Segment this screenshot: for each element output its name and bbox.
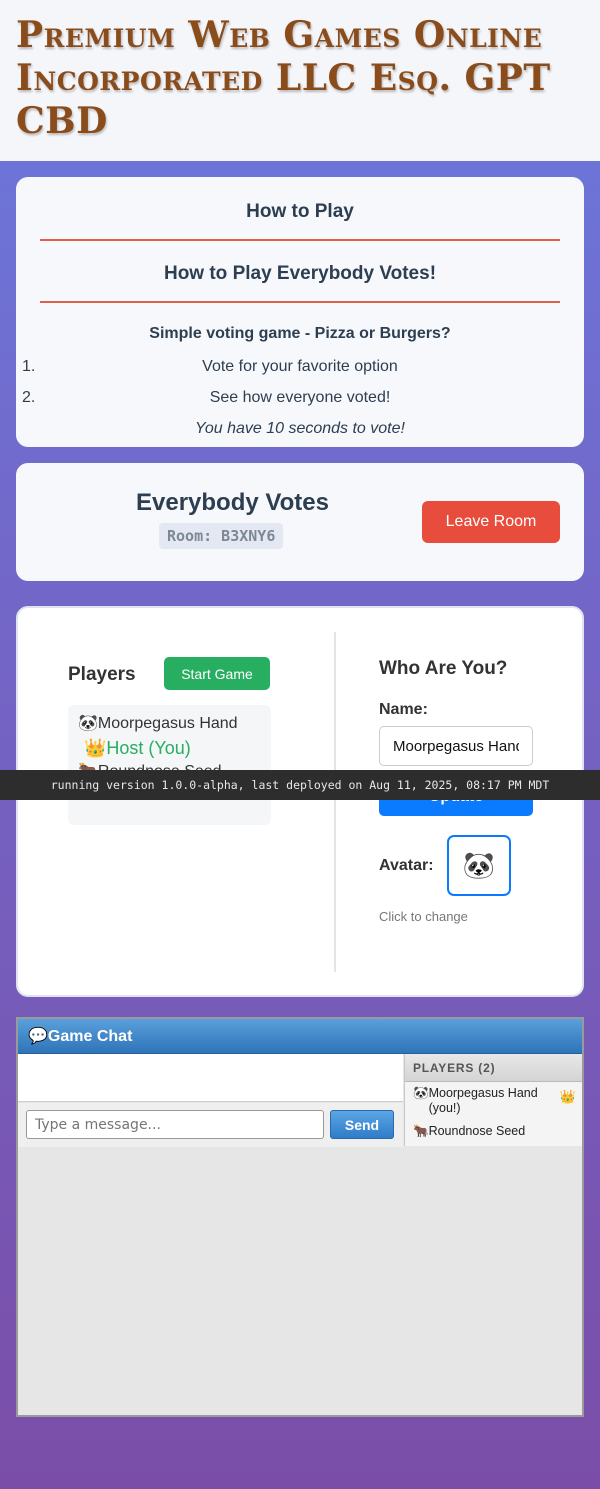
host-label: Host (You) [106, 738, 191, 758]
rule-text: Vote for your favorite option [202, 358, 398, 375]
players-heading: Players [68, 664, 136, 685]
player-row: 🐼Moorpegasus Hand [78, 713, 261, 735]
players-list: 🐼Moorpegasus Hand 👑Host (You) 🐂Roundnose… [68, 705, 271, 825]
rules-list: 1. Vote for your favorite option 2. See ho… [22, 351, 560, 413]
avatar-label: Avatar: [379, 857, 434, 874]
time-limit-note: You have 10 seconds to vote! [195, 420, 405, 437]
chat-player-name: Roundnose Seed [428, 1124, 526, 1138]
player-name: Moorpegasus Hand [97, 715, 238, 732]
how-to-play-card: How to Play How to Play Everybody Votes!… [16, 177, 584, 447]
rule-item: 1. Vote for your favorite option [22, 351, 560, 382]
speech-bubble-icon: 💬 [28, 1028, 48, 1045]
crown-icon: 👑 [84, 738, 107, 758]
rule-number: 1. [22, 358, 36, 375]
chat-players-header: PLAYERS (2) [405, 1054, 582, 1082]
chat-player-name: Moorpegasus Hand (you!) [428, 1086, 538, 1115]
leave-room-button[interactable]: Leave Room [422, 501, 560, 543]
game-title: Everybody Votes [136, 489, 329, 516]
lobby-card: Players Start Game 🐼Moorpegasus Hand 👑Ho… [16, 606, 584, 997]
site-header: Premium Web Games Online Incorporated LL… [0, 0, 600, 161]
rule-number: 2. [22, 389, 36, 406]
site-title: Premium Web Games Online Incorporated LL… [16, 14, 551, 142]
game-chat: 💬Game Chat Send PLAYERS (2) 🐼Moorpegasus… [16, 1017, 584, 1417]
rule-text: See how everyone voted! [209, 389, 391, 406]
room-code-badge: Room: B3XNY6 [159, 523, 284, 549]
ox-avatar-icon: 🐂 [413, 1124, 429, 1138]
panda-avatar-icon: 🐼 [413, 1086, 429, 1100]
chat-player-item: 🐂Roundnose Seed [405, 1120, 582, 1143]
chat-input-row: Send [18, 1103, 403, 1147]
panda-avatar-icon: 🐼 [462, 850, 496, 880]
chat-header: 💬Game Chat [18, 1019, 582, 1054]
chat-message-input[interactable] [26, 1110, 324, 1139]
crown-icon: 👑 [559, 1089, 576, 1104]
name-label: Name: [379, 701, 428, 718]
chat-messages[interactable] [18, 1054, 403, 1102]
chat-players-panel: PLAYERS (2) 🐼 Moorpegasus Hand (you!) 👑 🐂… [404, 1054, 582, 1146]
chat-title: Game Chat [47, 1028, 133, 1045]
column-divider [334, 632, 336, 972]
start-game-button[interactable]: Start Game [164, 657, 270, 690]
name-input[interactable] [379, 726, 533, 766]
host-indicator: 👑Host (You) [78, 735, 261, 761]
room-card: Everybody Votes Room: B3XNY6 Leave Room [16, 463, 584, 581]
game-rules-heading: How to Play Everybody Votes! [40, 241, 560, 303]
send-button[interactable]: Send [330, 1110, 394, 1139]
version-banner: running version 1.0.0-alpha, last deploy… [0, 770, 600, 800]
how-to-play-heading: How to Play [40, 201, 560, 241]
panda-avatar-icon: 🐼 [78, 715, 98, 732]
avatar-picker[interactable]: 🐼 [447, 835, 511, 896]
game-subtitle: Simple voting game - Pizza or Burgers? [149, 325, 451, 342]
avatar-hint: Click to change [379, 909, 468, 924]
who-are-you-heading: Who Are You? [379, 658, 508, 679]
chat-player-item: 🐼 Moorpegasus Hand (you!) 👑 [405, 1082, 582, 1120]
rule-item: 2. See how everyone voted! [22, 382, 560, 413]
